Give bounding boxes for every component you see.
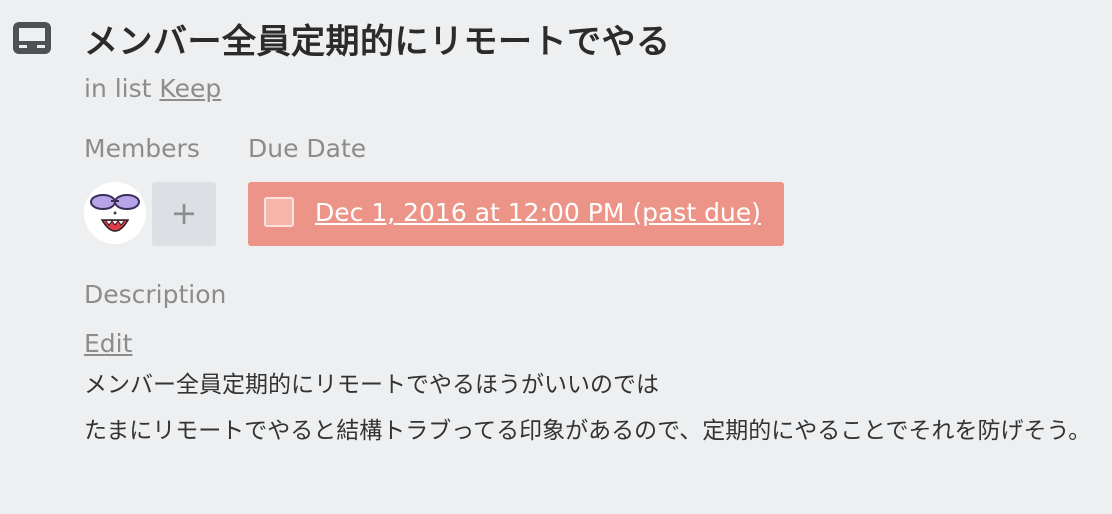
edit-description-link[interactable]: Edit: [84, 329, 132, 358]
card-icon: [13, 22, 51, 54]
in-list-prefix: in list: [84, 74, 152, 103]
list-link[interactable]: Keep: [159, 74, 221, 103]
due-date-label: Due Date: [248, 134, 367, 163]
in-list-line: in list Keep: [84, 74, 221, 103]
add-member-button[interactable]: +: [152, 182, 216, 246]
description-body: メンバー全員定期的にリモートでやるほうがいいのでは たまにリモートでやると結構ト…: [84, 368, 1104, 460]
member-avatar[interactable]: [84, 182, 146, 244]
due-date-text[interactable]: Dec 1, 2016 at 12:00 PM (past due): [315, 198, 761, 227]
description-paragraph: たまにリモートでやると結構トラブってる印象があるので、定期的にやることでそれを防…: [84, 418, 1092, 444]
avatar-face-icon: [84, 182, 146, 244]
card-title: メンバー全員定期的にリモートでやる: [84, 22, 671, 62]
due-date-badge[interactable]: Dec 1, 2016 at 12:00 PM (past due): [248, 182, 784, 246]
members-label: Members: [84, 134, 200, 163]
due-complete-checkbox[interactable]: [264, 197, 294, 227]
description-paragraph: メンバー全員定期的にリモートでやるほうがいいのでは: [84, 372, 659, 398]
description-label: Description: [84, 280, 227, 309]
